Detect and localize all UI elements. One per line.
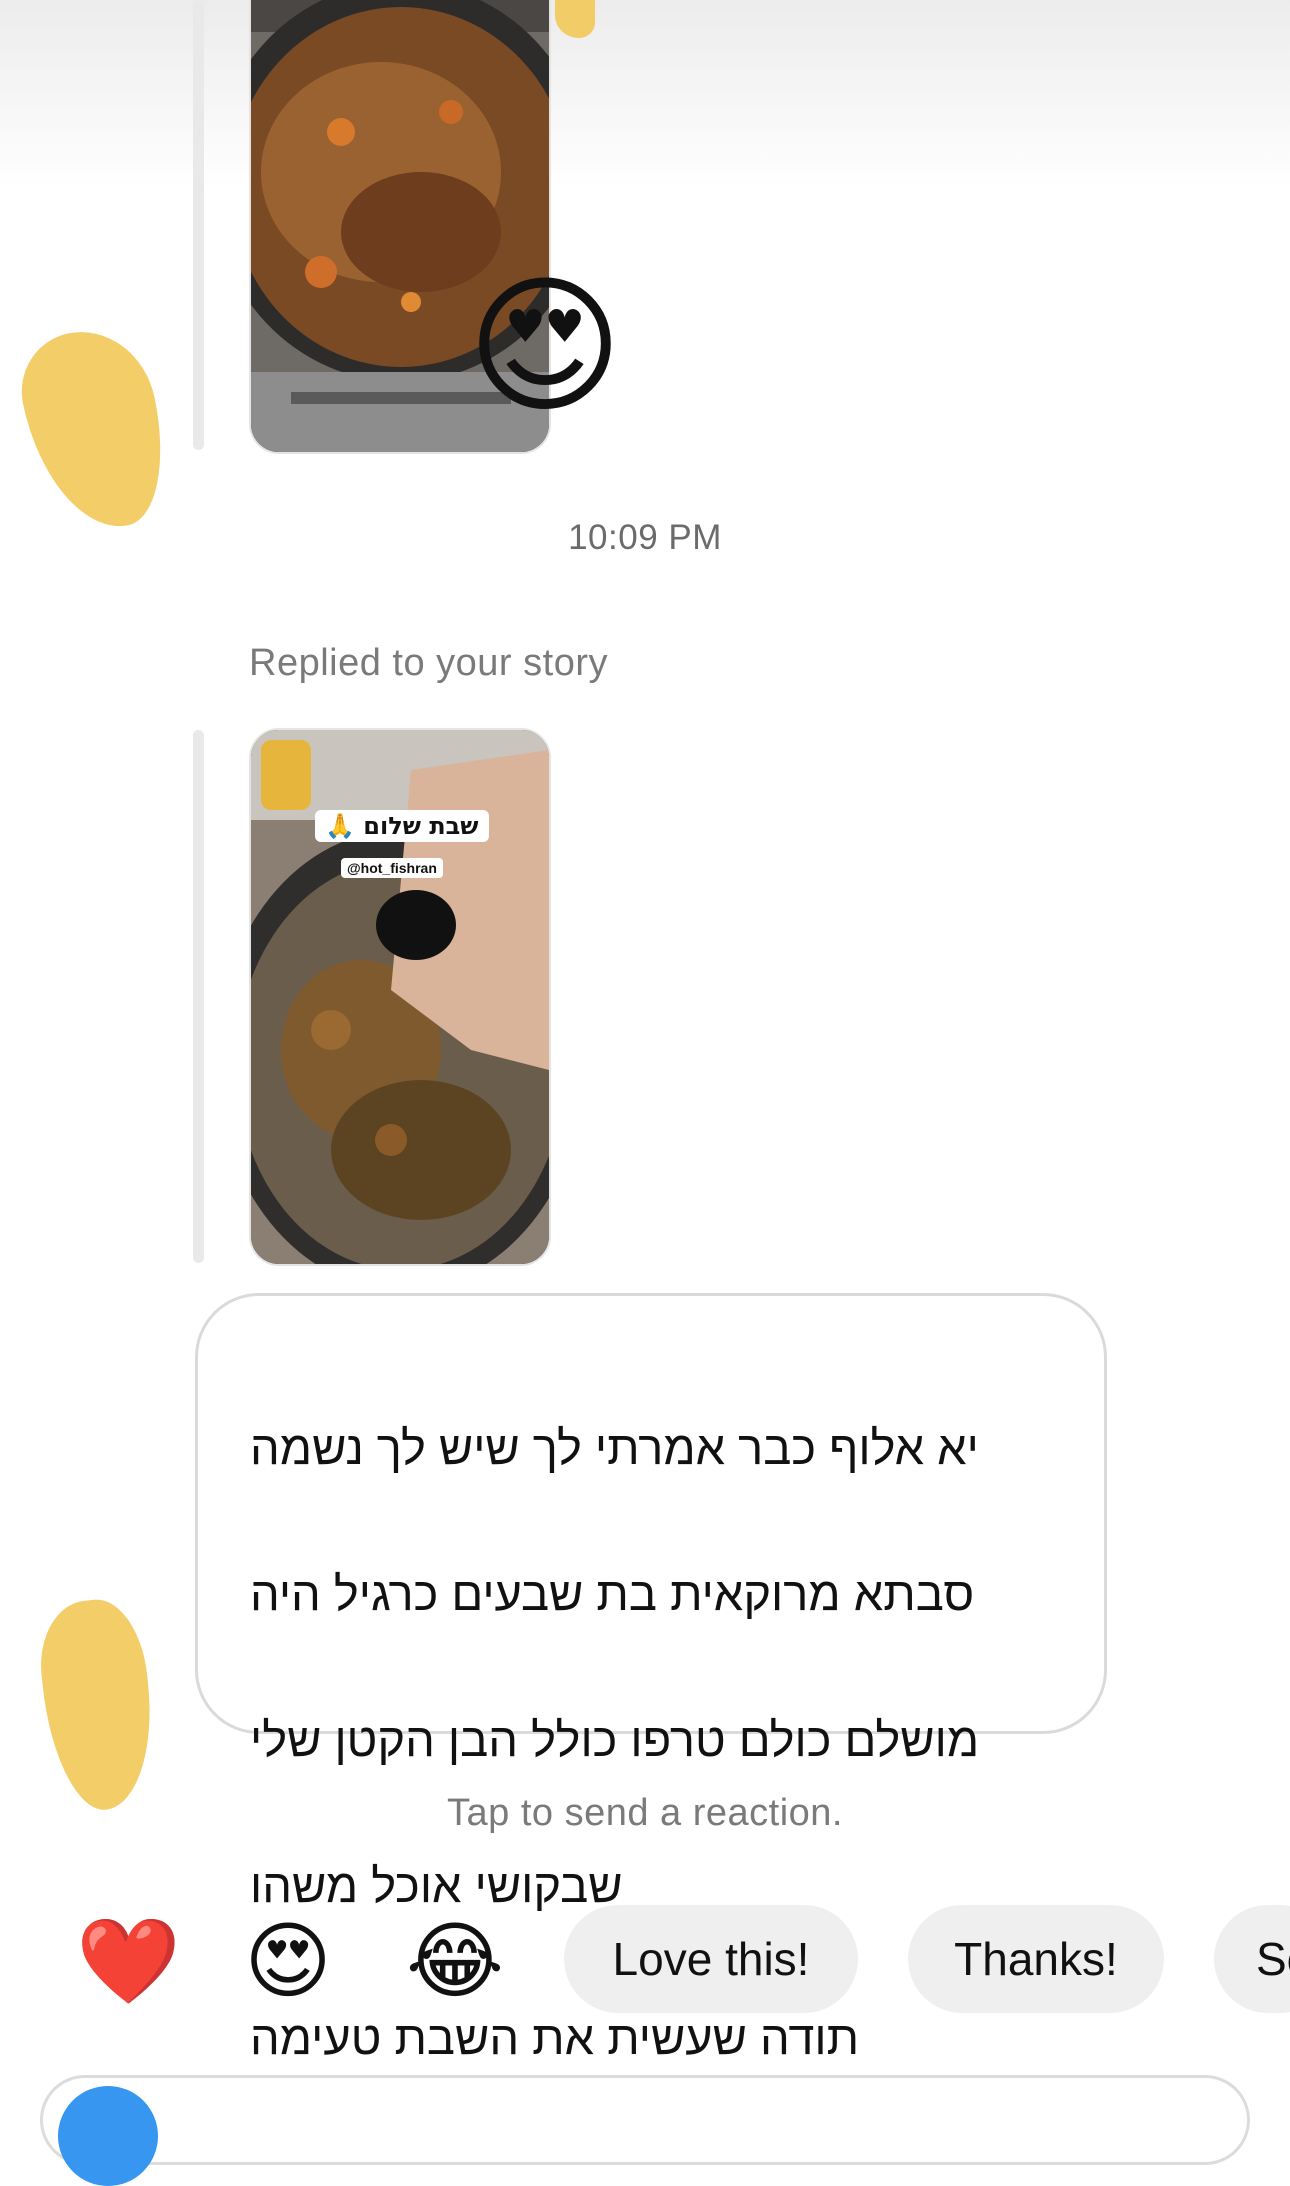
heart-icon[interactable]: ❤️	[76, 1913, 181, 2009]
redacted-avatar	[10, 318, 180, 542]
message-composer[interactable]	[40, 2075, 1250, 2165]
heart-eyes-reaction-icon: 😍	[466, 260, 624, 434]
message-line: סבתא מרוקאית בת שבעים כרגיל היה	[250, 1567, 975, 1620]
tears-of-joy-icon[interactable]: 😂	[406, 1913, 504, 2009]
story-handle-text: @hot_fishran	[341, 858, 443, 878]
quick-reply-love-this[interactable]: Love this!	[564, 1905, 858, 2013]
message-text: יא אלוף כבר אמרתי לך שיש לך נשמה סבתא מר…	[250, 1338, 1044, 2147]
message-line: יא אלוף כבר אמרתי לך שיש לך נשמה	[250, 1421, 979, 1474]
message-timestamp: 10:09 PM	[568, 518, 722, 557]
story-reply-line	[193, 730, 204, 1263]
quick-reply-more[interactable]: Se	[1214, 1905, 1290, 2013]
story-sticker-text: שבת שלום 🙏	[315, 810, 489, 842]
redacted-avatar-2	[34, 1595, 161, 1815]
heart-eyes-icon[interactable]: 😍	[240, 1913, 336, 2009]
replied-to-story-label: Replied to your story	[249, 642, 608, 684]
camera-button[interactable]	[58, 2086, 158, 2186]
reaction-hint: Tap to send a reaction.	[447, 1792, 843, 1834]
quick-reply-thanks[interactable]: Thanks!	[908, 1905, 1164, 2013]
message-bubble[interactable]: יא אלוף כבר אמרתי לך שיש לך נשמה סבתא מר…	[195, 1293, 1107, 2064]
message-line: מושלם כולם טרפו כולל הבן הקטן שלי	[250, 1713, 980, 1766]
reply-indicator-line	[193, 0, 204, 450]
story-thumbnail[interactable]: שבת שלום 🙏 @hot_fishran	[249, 728, 551, 1266]
